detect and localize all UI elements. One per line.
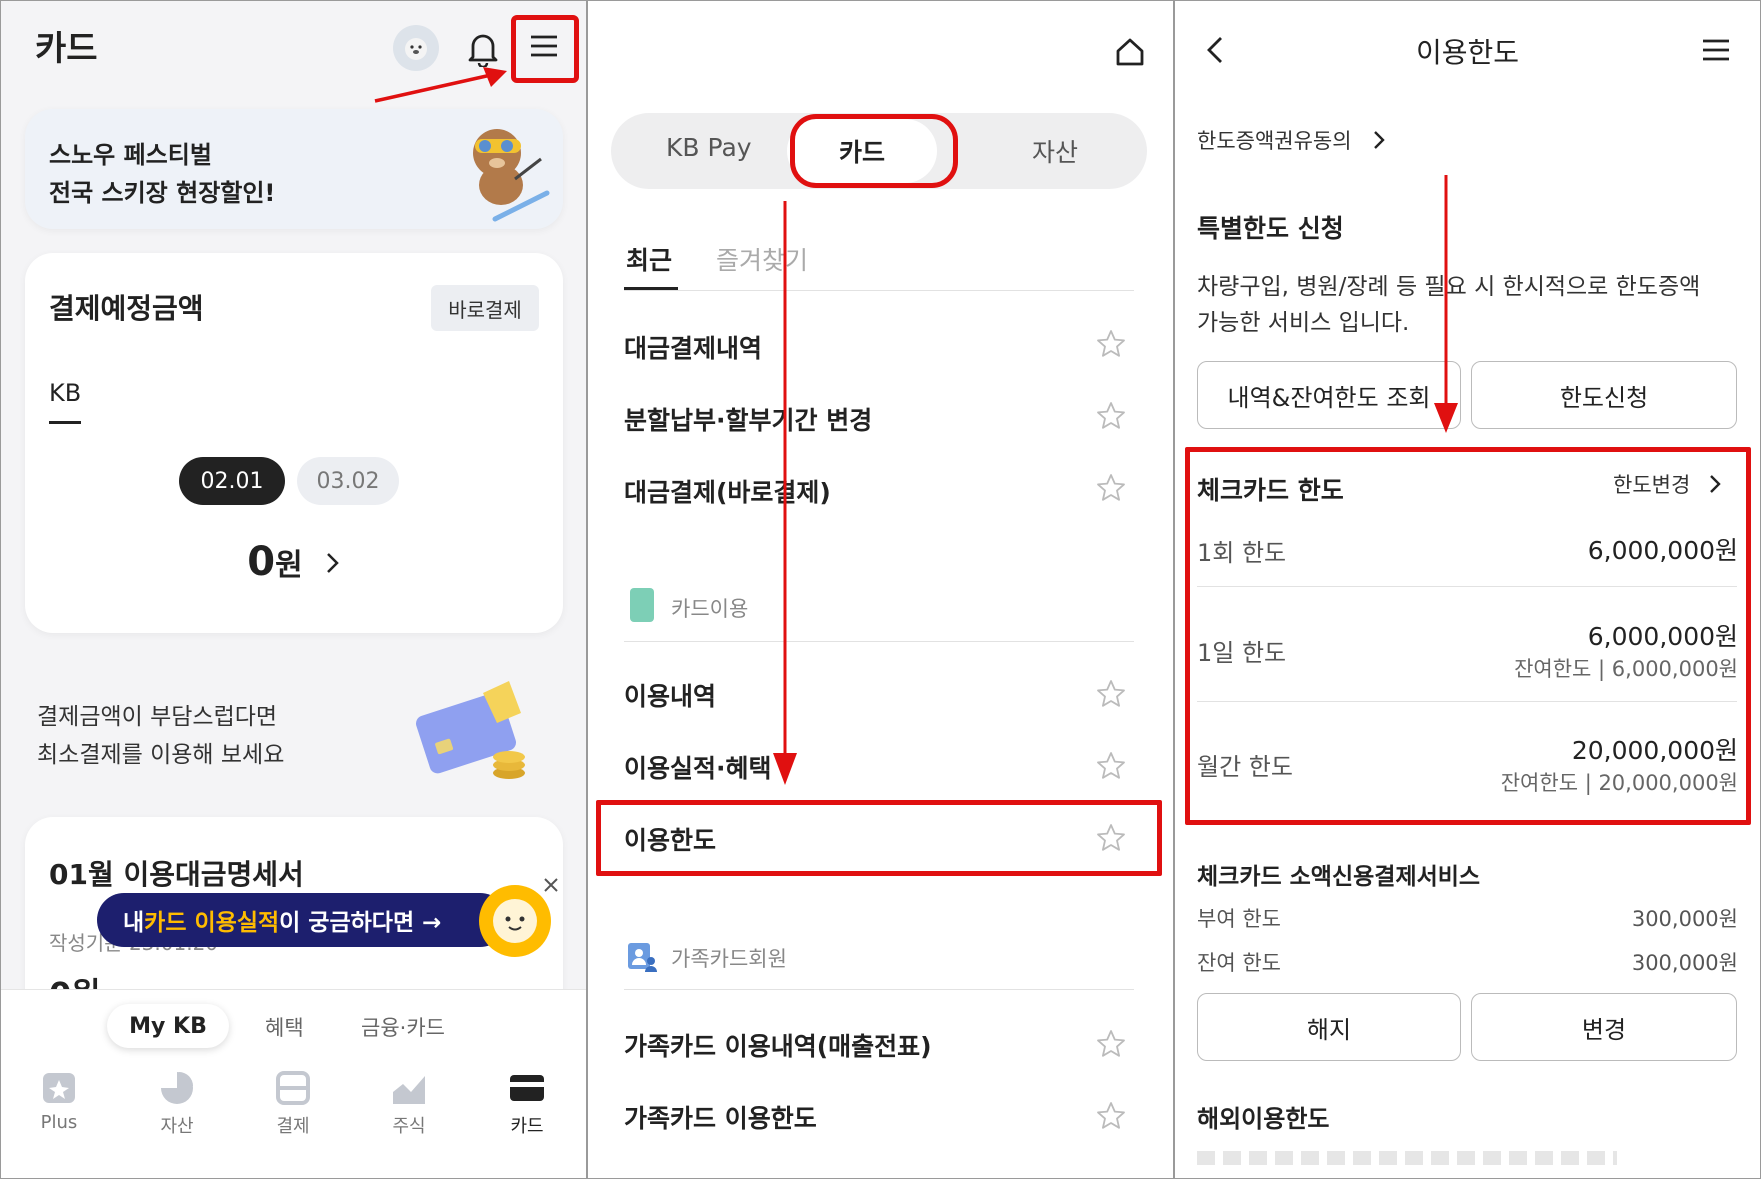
payment-amount[interactable]: 0원: [25, 539, 563, 585]
mascot-avatar: [479, 885, 551, 957]
star-icon[interactable]: [1096, 329, 1126, 359]
card-usage-icon: [630, 588, 654, 622]
menu-item-usage-history[interactable]: 이용내역: [624, 677, 716, 713]
event-banner[interactable]: 스노우 페스티벌 전국 스키장 현장할인!: [25, 109, 563, 229]
page-title: 카드: [35, 29, 98, 69]
nav-stocks[interactable]: 주식: [379, 1070, 439, 1138]
toast-prefix: 내: [123, 910, 145, 936]
menu-highlight-box: [511, 15, 579, 83]
pay-now-button[interactable]: 바로결제: [431, 285, 539, 331]
banner-line1: 스노우 페스티벌: [49, 141, 212, 169]
statement-title: 01월 이용대금명세서: [49, 858, 304, 891]
bottom-bar: My KB 혜택 금융·카드 Plus 자산 결제 주식 카드: [1, 989, 586, 1178]
usage-limit-screen: 이용한도 한도증액권유동의 특별한도 신청 차량구입, 병원/장례 등 필요 시…: [1175, 1, 1760, 1178]
star-icon[interactable]: [1096, 751, 1126, 781]
card-tab-kb[interactable]: KB: [49, 379, 81, 407]
close-icon[interactable]: [541, 875, 561, 895]
star-icon[interactable]: [1096, 679, 1126, 709]
seg-assets[interactable]: 자산: [1032, 133, 1078, 169]
date-chip-inactive[interactable]: 03.02: [297, 457, 399, 505]
toast-highlight: 카드 이용실적: [144, 910, 280, 936]
payment-due-card: 결제예정금액 바로결제 KB 02.01 03.02 0원: [25, 253, 563, 633]
pie-chart-icon: [161, 1072, 193, 1104]
star-icon[interactable]: [1096, 1101, 1126, 1131]
skiing-bear-illustration: [473, 129, 550, 222]
nav-assets[interactable]: 자산: [147, 1070, 207, 1138]
bottom-tab-finance[interactable]: 금융·카드: [361, 1012, 445, 1042]
small-credit-title: 체크카드 소액신용결제서비스: [1197, 864, 1481, 890]
granted-limit-label: 부여 한도: [1197, 907, 1281, 931]
menu-item-family-limit[interactable]: 가족카드 이용한도: [624, 1099, 817, 1135]
menu-item-installment-change[interactable]: 분할납부·할부기간 변경: [624, 401, 872, 437]
section-family-card: 가족카드회원: [671, 947, 787, 971]
terminate-button[interactable]: 해지: [1197, 993, 1461, 1061]
change-button[interactable]: 변경: [1471, 993, 1737, 1061]
remaining-limit-value: 300,000원: [1631, 951, 1738, 975]
overseas-limit-title: 해외이용한도: [1197, 1105, 1330, 1133]
menu-item-payment-history[interactable]: 대금결제내역: [624, 329, 762, 365]
payment-amount-unit: 원: [275, 548, 303, 583]
nav-assets-label: 자산: [160, 1116, 194, 1137]
special-limit-desc2: 가능한 서비스 입니다.: [1197, 310, 1410, 336]
bell-icon[interactable]: [467, 29, 499, 69]
nav-stocks-label: 주식: [392, 1116, 426, 1137]
star-icon[interactable]: [1096, 823, 1126, 853]
nav-plus[interactable]: Plus: [29, 1070, 89, 1133]
granted-limit-value: 300,000원: [1631, 907, 1738, 931]
home-icon[interactable]: [1115, 37, 1145, 67]
history-balance-button[interactable]: 내역&잔여한도 조회: [1197, 361, 1461, 429]
section1-divider: [624, 641, 1134, 642]
nav-plus-label: Plus: [40, 1112, 78, 1133]
remaining-limit-label: 잔여 한도: [1197, 951, 1281, 975]
chevron-right-icon: [326, 553, 339, 573]
limit-apply-button[interactable]: 한도신청: [1471, 361, 1737, 429]
bottom-tab-benefits[interactable]: 혜택: [265, 1012, 304, 1042]
date-chip-active[interactable]: 02.01: [179, 457, 285, 505]
special-limit-title: 특별한도 신청: [1197, 214, 1344, 243]
menu-screen: KB Pay 카드 자산 최근 즐겨찾기 대금결제내역 분할납부·할부기간 변경…: [588, 1, 1173, 1178]
card-icon: [510, 1075, 544, 1101]
banner-line2: 전국 스키장 현장할인!: [49, 179, 276, 207]
menu-item-usage-benefits[interactable]: 이용실적·혜택: [624, 749, 772, 785]
nav-card-label: 카드: [510, 1116, 544, 1137]
check-limit-highlight-box: [1185, 447, 1751, 825]
nav-payment[interactable]: 결제: [263, 1070, 323, 1138]
bottom-tab-my-kb[interactable]: My KB: [107, 1004, 229, 1048]
tab-divider: [624, 290, 1134, 291]
cut-off-text-line: [1197, 1151, 1617, 1165]
star-icon[interactable]: [1096, 1029, 1126, 1059]
pointer-arrow: [374, 67, 507, 103]
payment-amount-value: 0: [247, 539, 276, 585]
nav-card[interactable]: 카드: [497, 1070, 557, 1138]
toast-suffix: 이 궁금하다면 →: [279, 910, 442, 936]
star-icon[interactable]: [1096, 401, 1126, 431]
usage-limit-highlight-box: [596, 800, 1162, 876]
promo-line1: 결제금액이 부담스럽다면: [37, 704, 278, 730]
plus-icon: [43, 1073, 75, 1103]
agree-link-label: 한도증액권유동의: [1197, 129, 1352, 153]
seg-kb-pay[interactable]: KB Pay: [666, 133, 752, 162]
payment-due-title: 결제예정금액: [49, 292, 204, 325]
chevron-right-icon: [1373, 131, 1385, 149]
star-icon[interactable]: [1096, 473, 1126, 503]
limit-increase-agree-link[interactable]: 한도증액권유동의: [1197, 125, 1386, 155]
section2-divider: [624, 989, 1134, 990]
page-title: 이용한도: [1415, 36, 1520, 69]
menu-item-family-history[interactable]: 가족카드 이용내역(매출전표): [624, 1027, 932, 1063]
usage-toast[interactable]: 내 카드 이용실적 이 궁금하다면 →: [97, 893, 507, 947]
card-tab-underline: [49, 421, 81, 424]
family-card-icon: [628, 943, 657, 972]
promo-line2: 최소결제를 이용해 보세요: [37, 742, 285, 768]
menu-icon[interactable]: [1701, 35, 1731, 65]
card-home-screen: 카드 스노우 페스티벌 전국 스키장 현장할인! 결제예정금액 바로결제 KB …: [1, 1, 586, 1178]
card-coins-illustration: [416, 681, 525, 779]
down-arrow: [1434, 175, 1458, 433]
card-tab-highlight-box: [790, 114, 958, 188]
scan-icon: [276, 1071, 310, 1105]
tab-recent[interactable]: 최근: [626, 241, 672, 277]
stock-chart-icon: [393, 1076, 425, 1104]
nav-payment-label: 결제: [276, 1116, 310, 1137]
section-card-usage: 카드이용: [671, 597, 749, 621]
down-arrow: [773, 201, 797, 785]
